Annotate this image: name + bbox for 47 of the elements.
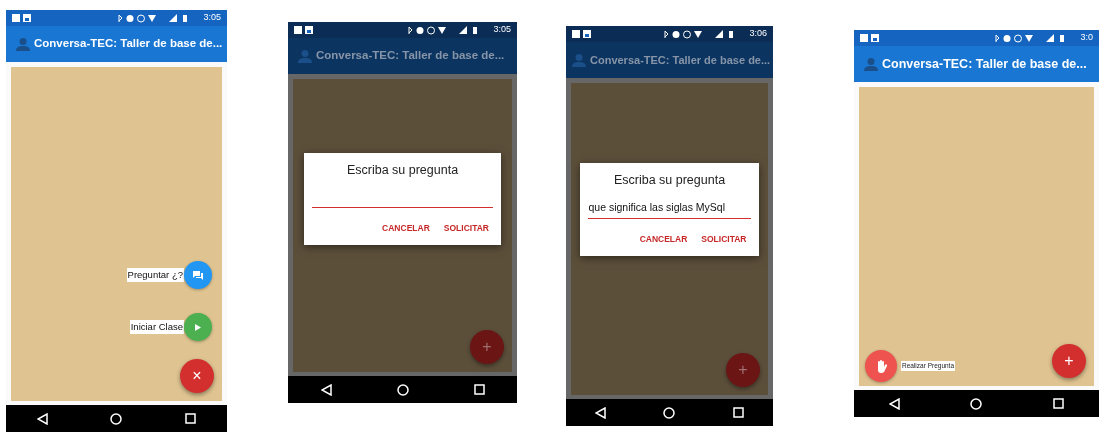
notification-icons-drawing <box>294 26 314 34</box>
person-icon <box>298 49 312 63</box>
app-title: Conversa-TEC: Taller de base de... <box>316 48 505 64</box>
app-title: Conversa-TEC: Taller de base de... <box>882 55 1087 73</box>
app-title: Conversa-TEC: Taller de base de... <box>590 52 771 68</box>
recents-icon[interactable] <box>184 413 196 424</box>
action-label: Iniciar Clase <box>129 319 184 335</box>
status-time: 3:05 <box>493 23 511 37</box>
back-icon[interactable] <box>320 383 332 396</box>
back-icon[interactable] <box>37 412 49 425</box>
person-icon <box>864 57 878 71</box>
hand-icon <box>875 359 887 373</box>
fab-button[interactable]: × <box>180 359 214 393</box>
chat-icon <box>193 270 203 280</box>
person-icon <box>572 53 586 67</box>
home-icon[interactable] <box>970 397 983 410</box>
home-icon[interactable] <box>110 412 123 425</box>
app-title: Conversa-TEC: Taller de base de... <box>34 36 223 52</box>
cancel-button[interactable]: CANCELAR <box>382 220 430 238</box>
status-time: 3:05 <box>203 11 221 25</box>
action-label: Preguntar ¿? <box>126 267 184 283</box>
back-icon[interactable] <box>594 406 606 419</box>
fab-button[interactable]: + <box>470 330 504 364</box>
status-time: 3:0 <box>1080 31 1093 45</box>
raise-hand-button[interactable] <box>865 350 897 382</box>
dialog-title: Escriba su pregunta <box>345 161 460 179</box>
play-icon <box>195 323 201 331</box>
fab-button[interactable]: + <box>726 353 760 387</box>
recents-icon[interactable] <box>473 384 485 395</box>
question-input[interactable]: que significa las siglas MySql <box>588 198 751 219</box>
person-icon <box>16 37 30 51</box>
notification-icons-drawing <box>12 14 32 22</box>
submit-button[interactable]: SOLICITAR <box>701 230 747 248</box>
start-button[interactable] <box>184 313 212 341</box>
home-icon[interactable] <box>663 406 676 419</box>
cancel-button[interactable]: CANCELAR <box>639 230 688 248</box>
notification-icons-drawing <box>860 34 880 42</box>
fab-button[interactable]: + <box>1052 344 1086 378</box>
notification-icons-drawing <box>572 30 592 38</box>
recents-icon[interactable] <box>1052 398 1064 409</box>
submit-button[interactable]: SOLICITAR <box>443 220 489 238</box>
status-time: 3:06 <box>749 27 767 41</box>
ask-button[interactable] <box>184 261 212 289</box>
recents-icon[interactable] <box>733 407 745 418</box>
home-icon[interactable] <box>396 383 409 396</box>
back-icon[interactable] <box>889 397 901 410</box>
dialog-title: Escriba su pregunta <box>612 172 727 190</box>
